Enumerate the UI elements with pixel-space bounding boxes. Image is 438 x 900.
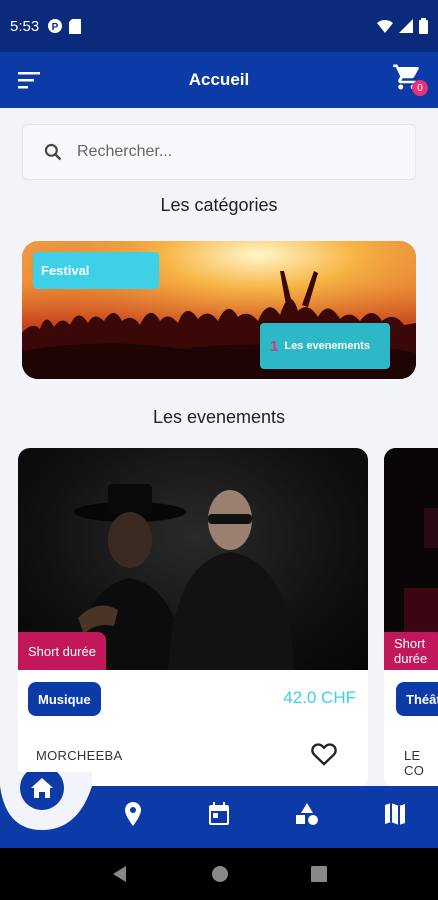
page-title: Accueil <box>188 70 250 89</box>
shapes-icon[interactable] <box>295 801 319 827</box>
status-left-icons: P <box>47 18 82 34</box>
map-icon[interactable] <box>383 801 407 827</box>
battery-icon <box>419 18 428 34</box>
event-card[interactable]: Short durée Musique 42.0 CHF MORCHEEBA <box>18 448 368 788</box>
back-icon[interactable] <box>111 865 129 883</box>
category-event-count: 1 Les evenements <box>260 323 390 369</box>
wifi-icon <box>377 19 393 33</box>
data-saver-icon: P <box>48 19 63 33</box>
location-icon[interactable] <box>121 801 145 827</box>
category-tag: Festival <box>33 252 159 289</box>
home-circle-icon[interactable] <box>211 865 229 883</box>
event-card-partial[interactable]: Short durée Théât LE CO <box>384 448 438 788</box>
menu-icon[interactable] <box>18 70 42 90</box>
signal-icon <box>399 19 413 33</box>
calendar-icon[interactable] <box>207 801 231 827</box>
home-tab-curve <box>0 772 92 830</box>
search-icon <box>44 143 62 161</box>
system-navigation-bar <box>0 848 438 900</box>
search-input[interactable] <box>77 143 377 161</box>
recents-icon[interactable] <box>311 866 327 882</box>
status-right-icons <box>377 18 428 34</box>
event-category-chip-partial[interactable]: Théât <box>396 682 438 716</box>
search-bar[interactable] <box>22 124 416 180</box>
event-count-label: Les evenements <box>284 340 370 352</box>
app-bar: Accueil 0 <box>0 52 438 108</box>
events-title: Les evenements <box>152 407 286 427</box>
duration-badge: Short durée <box>18 632 106 670</box>
status-time: 5:53 <box>10 17 40 35</box>
bottom-navigation <box>0 772 438 848</box>
event-count-number: 1 <box>270 337 279 355</box>
cart-button[interactable]: 0 <box>392 62 428 98</box>
favorite-heart-icon[interactable] <box>310 740 338 766</box>
duration-badge-partial: Short durée <box>384 632 438 670</box>
status-bar: 5:53 P <box>0 0 438 52</box>
cart-count-badge: 0 <box>412 80 428 96</box>
categories-title: Les catégories <box>160 195 278 215</box>
category-card-festival[interactable]: Festival 1 Les evenements <box>22 241 416 379</box>
svg-text:P: P <box>52 22 59 33</box>
event-name-partial: LE CO <box>404 748 425 778</box>
event-category-chip[interactable]: Musique <box>28 682 101 716</box>
event-price: 42.0 CHF <box>283 688 356 707</box>
sd-card-icon <box>69 18 82 34</box>
event-name: MORCHEEBA <box>36 748 123 763</box>
